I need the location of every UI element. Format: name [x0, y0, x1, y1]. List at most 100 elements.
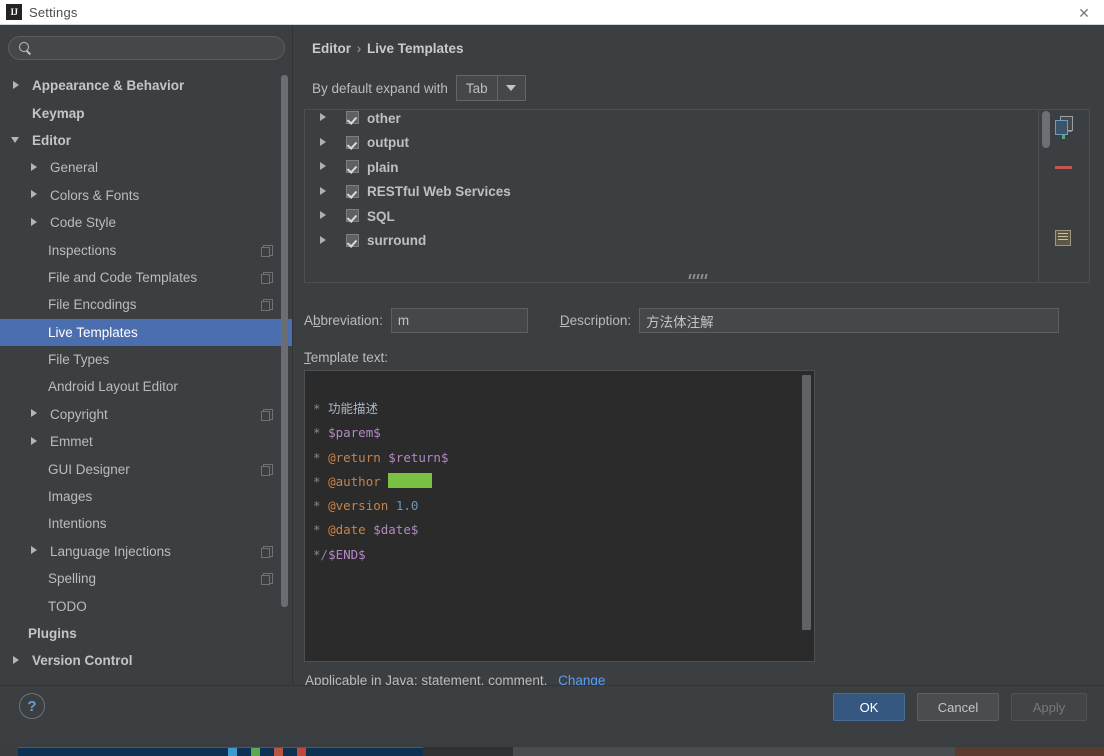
duplicate-template-button[interactable] [1049, 110, 1077, 138]
template-group-checkbox[interactable] [346, 136, 359, 149]
chevron-right-icon[interactable] [12, 656, 22, 666]
taskbar-segment-2 [513, 747, 955, 756]
chevron-right-icon[interactable] [30, 409, 40, 419]
template-group-label: plain [367, 160, 399, 175]
sidebar-item-plugins[interactable]: Plugins [0, 620, 292, 647]
template-group-row[interactable]: other [305, 106, 1038, 131]
ok-button[interactable]: OK [833, 693, 905, 721]
template-group-checkbox[interactable] [346, 209, 359, 222]
sidebar-item-label: File and Code Templates [48, 270, 197, 285]
template-variable: $END$ [328, 547, 366, 562]
sidebar-item-label: Copyright [50, 407, 108, 422]
template-text-scrollbar[interactable] [802, 375, 811, 630]
app-icon: IJ [6, 4, 22, 20]
chevron-right-icon[interactable] [319, 187, 329, 197]
template-text-line: */$END$ [313, 543, 794, 567]
comment-asterisk: * [313, 522, 321, 537]
chevron-down-icon[interactable] [12, 135, 22, 145]
template-group-row[interactable]: RESTful Web Services [305, 180, 1038, 205]
comment-asterisk: * [313, 425, 321, 440]
taskbar-active-window[interactable] [18, 747, 423, 756]
description-input[interactable] [639, 308, 1059, 333]
cancel-button[interactable]: Cancel [917, 693, 999, 721]
template-group-checkbox[interactable] [346, 234, 359, 247]
chevron-right-icon[interactable] [30, 190, 40, 200]
template-group-label: other [367, 111, 401, 126]
abbreviation-label: Abbreviation: [304, 313, 383, 328]
template-group-checkbox[interactable] [346, 185, 359, 198]
abbreviation-input[interactable] [391, 308, 528, 333]
chevron-right-icon[interactable] [30, 218, 40, 228]
sidebar-item-appearance-behavior[interactable]: Appearance & Behavior [0, 72, 292, 99]
sidebar-item-android-layout-editor[interactable]: Android Layout Editor [0, 373, 292, 400]
chevron-right-icon[interactable] [30, 546, 40, 556]
template-group-checkbox[interactable] [346, 111, 359, 124]
sidebar-item-emmet[interactable]: Emmet [0, 428, 292, 455]
template-text-line: * 功能描述 [313, 397, 794, 421]
sidebar-item-code-style[interactable]: Code Style [0, 209, 292, 236]
window-title: Settings [29, 5, 78, 20]
sidebar-item-intentions[interactable]: Intentions [0, 510, 292, 537]
template-group-row[interactable]: plain [305, 155, 1038, 180]
chevron-right-icon[interactable] [319, 162, 329, 172]
template-group-button[interactable] [1049, 224, 1077, 252]
sidebar-item-live-templates[interactable]: Live Templates [0, 319, 292, 346]
chevron-right-icon[interactable] [319, 138, 329, 148]
chevron-right-icon[interactable] [319, 211, 329, 221]
taskbar-icon-1[interactable] [228, 748, 237, 756]
apply-button: Apply [1011, 693, 1087, 721]
taskbar-icon-3[interactable] [274, 748, 283, 756]
close-icon[interactable]: ✕ [1074, 3, 1094, 23]
template-groups-scrollbar[interactable] [1042, 111, 1050, 148]
chevron-right-icon[interactable] [30, 163, 40, 173]
sidebar-item-keymap[interactable]: Keymap [0, 99, 292, 126]
chevron-right-icon[interactable] [319, 113, 329, 123]
remove-template-button[interactable] [1049, 153, 1077, 181]
taskbar-icon-4[interactable] [297, 748, 306, 756]
breadcrumb-parent[interactable]: Editor [312, 41, 351, 56]
sidebar-item-spelling[interactable]: Spelling [0, 565, 292, 592]
settings-sidebar: Appearance & Behavior KeymapEditorGeneral… [0, 25, 292, 685]
sidebar-item-file-encodings[interactable]: File Encodings [0, 291, 292, 318]
chevron-right-icon[interactable] [319, 236, 329, 246]
redacted-author-value [388, 473, 432, 488]
dialog-footer: ? OK Cancel Apply [0, 685, 1104, 743]
sidebar-item-version-control[interactable]: Version Control [0, 647, 292, 674]
sidebar-item-language-injections[interactable]: Language Injections [0, 538, 292, 565]
sidebar-item-inspections[interactable]: Inspections [0, 236, 292, 263]
sidebar-item-file-and-code-templates[interactable]: File and Code Templates [0, 264, 292, 291]
sidebar-item-editor[interactable]: Editor [0, 127, 292, 154]
sidebar-item-general[interactable]: General [0, 154, 292, 181]
javadoc-tag: @author [328, 474, 381, 489]
numeric-literal: 1.0 [396, 498, 419, 513]
search-input[interactable] [32, 41, 284, 56]
template-group-row[interactable]: output [305, 131, 1038, 156]
template-groups-list[interactable]: other output plain RESTful Web ServicesSQLs… [305, 106, 1038, 282]
default-expand-combo[interactable]: Tab [456, 75, 526, 101]
panel-splitter-grip[interactable] [685, 272, 711, 280]
default-expand-row: By default expand with Tab [312, 75, 526, 101]
template-group-row[interactable]: SQL [305, 204, 1038, 229]
template-group-row[interactable]: surround [305, 229, 1038, 254]
template-group-checkbox[interactable] [346, 160, 359, 173]
sidebar-item-label: Appearance & Behavior [32, 78, 184, 93]
search-box[interactable] [8, 36, 285, 60]
comment-asterisk: * [313, 401, 321, 416]
sidebar-item-todo[interactable]: TODO [0, 592, 292, 619]
description-label: Description: [560, 313, 631, 328]
sidebar-item-copyright[interactable]: Copyright [0, 401, 292, 428]
chevron-right-icon[interactable] [12, 81, 22, 91]
sidebar-item-colors-fonts[interactable]: Colors & Fonts [0, 182, 292, 209]
chevron-right-icon[interactable] [30, 437, 40, 447]
taskbar-icon-2[interactable] [251, 748, 260, 756]
chevron-down-icon[interactable] [497, 76, 525, 100]
sidebar-item-file-types[interactable]: File Types [0, 346, 292, 373]
sidebar-scrollbar[interactable] [281, 75, 288, 607]
help-button[interactable]: ? [19, 693, 45, 719]
comment-text: 功能描述 [321, 401, 379, 416]
template-text-editor[interactable]: * 功能描述* $parem$* @return $return$* @auth… [304, 370, 815, 662]
sidebar-item-gui-designer[interactable]: GUI Designer [0, 455, 292, 482]
sidebar-item-label: TODO [48, 599, 87, 614]
breadcrumb-separator: › [355, 41, 364, 56]
sidebar-item-images[interactable]: Images [0, 483, 292, 510]
